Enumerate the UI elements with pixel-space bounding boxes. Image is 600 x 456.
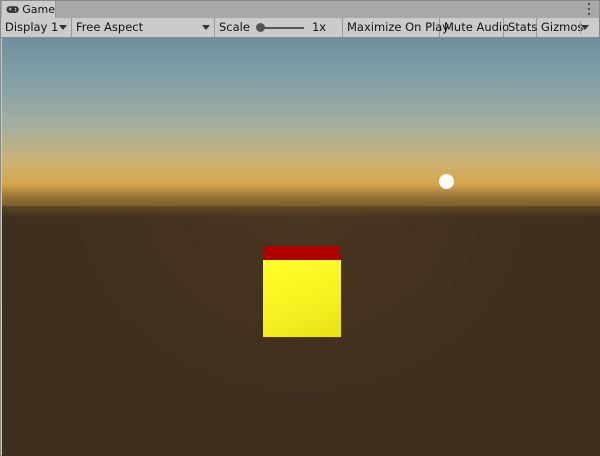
aspect-label: Free Aspect <box>76 20 144 34</box>
game-toolbar: Display 1 Free Aspect Scale 1x Maximize … <box>1 18 599 38</box>
scale-slider[interactable] <box>255 22 304 32</box>
cube-front-face <box>263 260 341 337</box>
mute-audio-toggle[interactable]: Mute Audio <box>440 18 509 37</box>
stats-label: Stats <box>508 20 538 34</box>
tab-game[interactable]: Game <box>2 1 56 18</box>
chevron-down-icon <box>59 25 67 30</box>
game-window: Game Display 1 Free Aspect Scale 1x Maxi… <box>0 0 600 456</box>
gamepad-icon <box>6 6 19 13</box>
gizmos-label: Gizmos <box>541 20 584 34</box>
sun-disc <box>439 174 454 189</box>
game-viewport[interactable] <box>2 38 600 456</box>
skybox <box>2 38 600 208</box>
tab-bar: Game <box>1 1 599 19</box>
scale-value: 1x <box>311 20 327 34</box>
maximize-label: Maximize On Play <box>347 20 450 34</box>
mute-label: Mute Audio <box>444 20 510 34</box>
display-dropdown[interactable]: Display 1 <box>1 18 72 37</box>
gizmos-toggle[interactable]: Gizmos <box>537 18 593 37</box>
chevron-down-icon[interactable] <box>581 25 589 30</box>
chevron-down-icon <box>202 25 210 30</box>
scale-slider-handle[interactable] <box>255 22 265 32</box>
stats-toggle[interactable]: Stats <box>504 18 537 37</box>
scale-control: Scale 1x <box>215 18 343 37</box>
aspect-dropdown[interactable]: Free Aspect <box>72 18 215 37</box>
maximize-on-play-toggle[interactable]: Maximize On Play <box>343 18 449 37</box>
kebab-menu-icon[interactable] <box>587 2 591 16</box>
display-label: Display 1 <box>5 20 59 34</box>
tab-label: Game <box>22 3 55 16</box>
horizon-haze <box>2 188 600 218</box>
scale-label: Scale <box>219 20 250 34</box>
